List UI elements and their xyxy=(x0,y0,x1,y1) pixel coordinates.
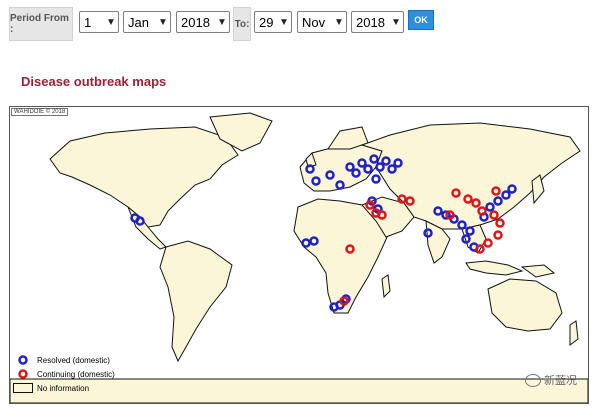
to-label: To: xyxy=(233,7,251,41)
new-guinea-landmass xyxy=(520,264,556,278)
legend-item-resolved: Resolved (domestic) xyxy=(13,353,115,367)
to-day-select[interactable]: 29 ▼ xyxy=(254,11,292,33)
legend-item-no-information: No information xyxy=(13,381,115,395)
ok-button[interactable]: OK xyxy=(408,10,434,30)
legend-label-resolved: Resolved (domestic) xyxy=(37,355,110,365)
no-information-swatch-icon xyxy=(13,383,33,394)
chevron-down-icon: ▼ xyxy=(217,16,227,28)
resolved-swatch-icon xyxy=(13,355,33,366)
watermark: 新蓝况 xyxy=(525,372,577,388)
continuing-marker xyxy=(483,238,493,248)
chevron-down-icon: ▼ xyxy=(106,16,116,28)
map-copyright: WAHIDOIE © 2018 xyxy=(11,108,69,116)
indonesia-landmass xyxy=(465,260,524,276)
chevron-down-icon: ▼ xyxy=(391,16,401,28)
to-year-value: 2018 xyxy=(356,14,385,30)
to-day-value: 29 xyxy=(259,14,274,30)
south-america-landmass xyxy=(159,240,233,363)
to-month-value: Nov xyxy=(302,14,326,30)
from-day-value: 1 xyxy=(84,14,92,30)
continuing-marker xyxy=(495,218,505,228)
from-month-select[interactable]: Jan ▼ xyxy=(123,11,171,33)
resolved-marker xyxy=(371,174,381,184)
from-month-value: Jan xyxy=(128,14,149,30)
chevron-down-icon: ▼ xyxy=(158,16,168,28)
continuing-swatch-icon xyxy=(13,369,33,380)
new-zealand-landmass xyxy=(569,320,579,346)
from-year-select[interactable]: 2018 ▼ xyxy=(176,11,230,33)
from-year-value: 2018 xyxy=(181,14,210,30)
map-legend: Resolved (domestic) Continuing (domestic… xyxy=(13,353,115,395)
legend-label-no-information: No information xyxy=(37,383,90,393)
legend-item-continuing: Continuing (domestic) xyxy=(13,367,115,381)
australia-landmass xyxy=(487,278,563,332)
chevron-down-icon: ▼ xyxy=(279,16,289,28)
ok-label: OK xyxy=(414,15,428,25)
north-america-landmass xyxy=(49,126,239,228)
to-month-select[interactable]: Nov ▼ xyxy=(297,11,347,33)
period-from-label: Period From : xyxy=(9,7,73,41)
legend-label-continuing: Continuing (domestic) xyxy=(37,369,115,379)
outbreak-map[interactable]: WAHIDOIE © 2018 Resolved (domestic) Cont… xyxy=(9,106,589,404)
madagascar-landmass xyxy=(381,274,391,299)
period-filter-bar: Period From : 1 ▼ Jan ▼ 2018 ▼ To: 29 ▼ … xyxy=(0,0,595,44)
page-title: Disease outbreak maps xyxy=(21,74,167,89)
chevron-down-icon: ▼ xyxy=(334,16,344,28)
chat-bubble-icon xyxy=(525,373,541,387)
watermark-text: 新蓝况 xyxy=(544,375,577,387)
to-year-select[interactable]: 2018 ▼ xyxy=(351,11,404,33)
continuing-marker xyxy=(493,230,503,240)
from-day-select[interactable]: 1 ▼ xyxy=(79,11,119,33)
